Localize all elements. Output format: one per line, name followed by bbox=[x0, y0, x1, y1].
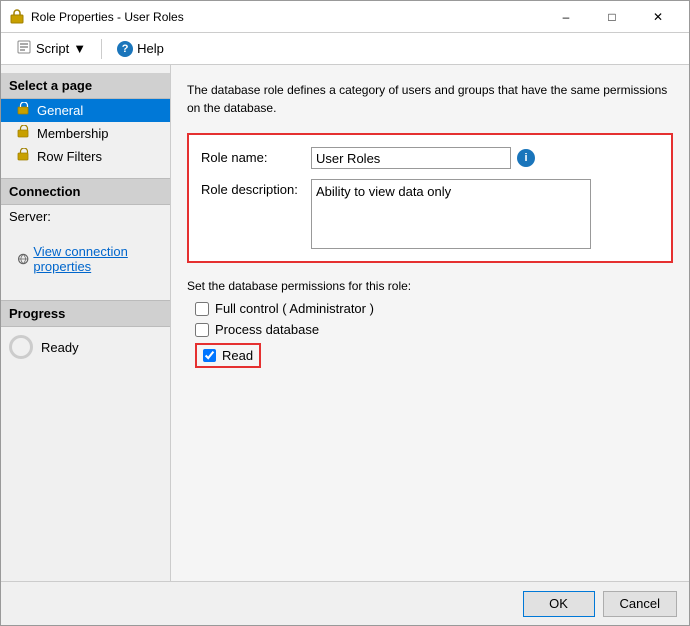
process-db-checkbox[interactable] bbox=[195, 323, 209, 337]
role-description-control: Ability to view data only bbox=[311, 179, 659, 249]
view-connection-row: View connection properties bbox=[1, 228, 170, 290]
progress-spinner bbox=[9, 335, 33, 359]
window: Role Properties - User Roles – □ ✕ Scrip… bbox=[0, 0, 690, 626]
content-panel: The database role defines a category of … bbox=[171, 65, 689, 581]
main-content: Select a page General Membership Row Fil… bbox=[1, 65, 689, 581]
membership-icon bbox=[17, 125, 31, 142]
connection-header: Connection bbox=[1, 178, 170, 205]
read-label: Read bbox=[222, 348, 253, 363]
title-bar: Role Properties - User Roles – □ ✕ bbox=[1, 1, 689, 33]
sidebar: Select a page General Membership Row Fil… bbox=[1, 65, 171, 581]
process-db-row: Process database bbox=[187, 322, 673, 337]
sidebar-item-row-filters[interactable]: Row Filters bbox=[1, 145, 170, 168]
help-button[interactable]: ? Help bbox=[110, 37, 171, 61]
full-control-row: Full control ( Administrator ) bbox=[187, 301, 673, 316]
sidebar-item-general[interactable]: General bbox=[1, 99, 170, 122]
progress-ready-row: Ready bbox=[1, 327, 170, 367]
full-control-checkbox[interactable] bbox=[195, 302, 209, 316]
script-dropdown-icon: ▼ bbox=[73, 41, 86, 56]
full-control-label: Full control ( Administrator ) bbox=[215, 301, 374, 316]
read-row: Read bbox=[195, 343, 261, 368]
process-db-label: Process database bbox=[215, 322, 319, 337]
progress-label: Progress bbox=[9, 306, 65, 321]
sidebar-item-membership-label: Membership bbox=[37, 126, 109, 141]
progress-header: Progress bbox=[1, 300, 170, 327]
read-checkbox[interactable] bbox=[203, 349, 216, 362]
window-title: Role Properties - User Roles bbox=[31, 10, 543, 24]
select-page-label: Select a page bbox=[9, 78, 92, 93]
toolbar: Script ▼ ? Help bbox=[1, 33, 689, 65]
window-icon bbox=[9, 9, 25, 25]
sidebar-item-general-label: General bbox=[37, 103, 83, 118]
minimize-button[interactable]: – bbox=[543, 1, 589, 33]
help-label: Help bbox=[137, 41, 164, 56]
role-name-control: i bbox=[311, 147, 659, 169]
select-page-header: Select a page bbox=[1, 73, 170, 99]
role-name-input[interactable] bbox=[311, 147, 511, 169]
role-name-label: Role name: bbox=[201, 147, 311, 165]
bottom-bar: OK Cancel bbox=[1, 581, 689, 625]
toolbar-separator bbox=[101, 39, 102, 59]
server-row: Server: bbox=[1, 205, 170, 228]
row-filters-icon bbox=[17, 148, 31, 165]
ready-label: Ready bbox=[41, 340, 79, 355]
view-connection-label: View connection properties bbox=[33, 244, 154, 274]
ok-button[interactable]: OK bbox=[523, 591, 595, 617]
role-description-textarea[interactable]: Ability to view data only bbox=[311, 179, 591, 249]
help-icon: ? bbox=[117, 41, 133, 57]
role-description-label: Role description: bbox=[201, 179, 311, 197]
script-icon bbox=[16, 39, 32, 58]
server-label: Server: bbox=[9, 209, 51, 224]
maximize-button[interactable]: □ bbox=[589, 1, 635, 33]
permissions-label: Set the database permissions for this ro… bbox=[187, 279, 673, 293]
role-name-row: Role name: i bbox=[201, 147, 659, 169]
script-button[interactable]: Script ▼ bbox=[9, 35, 93, 62]
role-form-section: Role name: i Role description: Ability t… bbox=[187, 133, 673, 263]
role-description-row: Role description: Ability to view data o… bbox=[201, 179, 659, 249]
info-icon[interactable]: i bbox=[517, 149, 535, 167]
close-button[interactable]: ✕ bbox=[635, 1, 681, 33]
window-controls: – □ ✕ bbox=[543, 1, 681, 33]
sidebar-item-row-filters-label: Row Filters bbox=[37, 149, 102, 164]
connection-label: Connection bbox=[9, 184, 81, 199]
general-icon bbox=[17, 102, 31, 119]
script-label: Script bbox=[36, 41, 69, 56]
cancel-button[interactable]: Cancel bbox=[603, 591, 677, 617]
sidebar-item-membership[interactable]: Membership bbox=[1, 122, 170, 145]
content-description: The database role defines a category of … bbox=[187, 81, 673, 117]
view-connection-link[interactable]: View connection properties bbox=[9, 240, 162, 278]
